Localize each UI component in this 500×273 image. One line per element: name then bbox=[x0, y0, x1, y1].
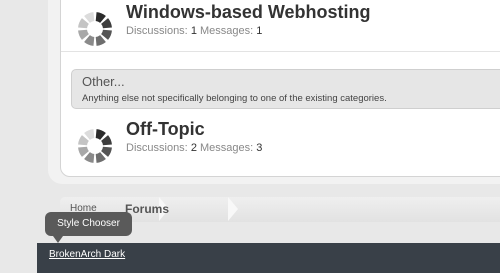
forum-list-panel: Windows-based Webhosting Discussions: 1 … bbox=[60, 0, 500, 177]
category-header: Other... Anything else not specifically … bbox=[71, 69, 500, 109]
forum-title[interactable]: Off-Topic bbox=[126, 119, 205, 140]
forum-read-icon bbox=[78, 12, 112, 46]
divider bbox=[61, 51, 500, 52]
discussions-count: 1 bbox=[190, 25, 197, 37]
messages-label: Messages: bbox=[200, 142, 254, 154]
tooltip-arrow bbox=[53, 236, 63, 243]
forum-title[interactable]: Windows-based Webhosting bbox=[126, 2, 371, 23]
category-title[interactable]: Other... bbox=[82, 74, 125, 89]
style-chooser-tooltip: Style Chooser bbox=[45, 212, 132, 236]
messages-count: 1 bbox=[256, 25, 263, 37]
discussions-label: Discussions: bbox=[126, 142, 188, 154]
forum-row: Windows-based Webhosting Discussions: 1 … bbox=[61, 1, 500, 57]
breadcrumb-separator bbox=[228, 197, 238, 221]
discussions-count: 2 bbox=[190, 142, 197, 154]
breadcrumb-current[interactable]: Forums bbox=[125, 202, 169, 216]
messages-count: 3 bbox=[256, 142, 263, 154]
forum-row: Off-Topic Discussions: 2 Messages: 3 bbox=[61, 118, 500, 174]
messages-label: Messages: bbox=[200, 25, 254, 37]
forum-stats: Discussions: 2 Messages: 3 bbox=[126, 142, 262, 154]
style-chooser-link[interactable]: BrokenArch Dark bbox=[49, 249, 125, 260]
footer-bar: BrokenArch Dark bbox=[37, 243, 500, 273]
forum-stats: Discussions: 1 Messages: 1 bbox=[126, 25, 262, 37]
discussions-label: Discussions: bbox=[126, 25, 188, 37]
category-description: Anything else not specifically belonging… bbox=[82, 93, 387, 104]
forum-read-icon bbox=[78, 129, 112, 163]
